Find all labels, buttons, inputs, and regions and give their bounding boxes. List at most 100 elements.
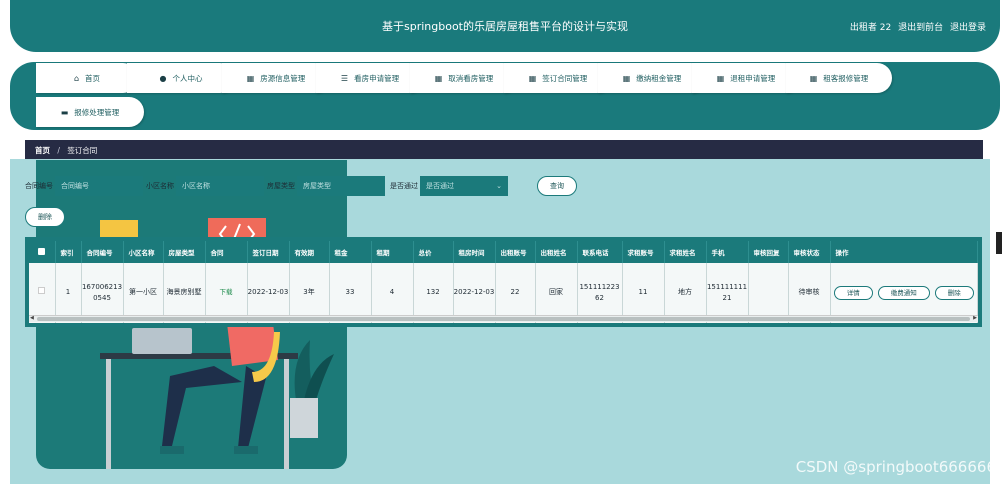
cell-landlord-account: 22 (495, 263, 536, 323)
cell-review-reply (748, 263, 789, 323)
grid-icon: ▦ (528, 73, 537, 83)
cell-index: 1 (55, 263, 82, 323)
app-header: 基于springboot的乐居房屋租售平台的设计与实现 出租者 22 退出到前台… (10, 0, 1000, 52)
nav-label: 取消看房管理 (448, 73, 494, 83)
select-all-checkbox[interactable] (38, 247, 46, 255)
column-header: 审核状态 (788, 241, 831, 263)
table-header-row: 索引 合同编号 小区名称 房屋类型 合同 签订日期 有效期 租金 租期 总价 租… (29, 241, 978, 263)
nav-label: 房源信息管理 (260, 73, 306, 83)
column-header: 合同 (205, 241, 248, 263)
payment-notice-button[interactable]: 缴费通知 (877, 286, 930, 300)
breadcrumb: 首页 / 签订合同 (25, 140, 983, 159)
house-type-label: 房屋类型 (267, 182, 295, 190)
column-header: 求租账号 (622, 241, 665, 263)
cell-rent-time: 2022-12-03 (453, 263, 496, 323)
grid-icon: ▦ (622, 73, 631, 83)
row-delete-button[interactable]: 删除 (934, 286, 974, 300)
scrollbar-thumb[interactable] (37, 317, 970, 321)
column-header: 合同编号 (81, 241, 124, 263)
column-header: 出租账号 (495, 241, 536, 263)
column-header: 房屋类型 (163, 241, 206, 263)
nav-item-home[interactable]: ⌂ 首页 (36, 63, 138, 93)
cell-landlord-phone: 15111122362 (577, 263, 623, 323)
grid-icon: ▦ (246, 73, 255, 83)
current-user: 出租者 22 (849, 23, 892, 33)
approved-select[interactable]: 是否通过 ⌄ (420, 176, 508, 196)
scroll-left-icon[interactable]: ◀ (30, 315, 34, 321)
nav-label: 租客报修管理 (823, 73, 869, 83)
sliders-icon: ☰ (340, 73, 349, 83)
nav-label: 缴纳租金管理 (636, 73, 682, 83)
watermark: CSDN @springboot666666 (795, 458, 996, 476)
community-label: 小区名称 (146, 182, 174, 190)
cell-contract: 下载 (205, 263, 248, 323)
breadcrumb-home[interactable]: 首页 (35, 146, 50, 155)
query-button[interactable]: 查询 (537, 176, 577, 196)
column-header: 有效期 (289, 241, 330, 263)
nav-item-contracts[interactable]: ▦ 签订合同管理 (504, 63, 612, 93)
side-collapse-tab[interactable] (996, 232, 1002, 254)
cell-total: 132 (413, 263, 454, 323)
main-nav: ⌂ 首页 ● 个人中心 ▦ 房源信息管理 ☰ 看房申请管理 ▦ 取消看房管理 ▦… (10, 62, 1000, 130)
column-header: 操作 (830, 241, 978, 263)
cell-landlord-name: 回家 (535, 263, 578, 323)
nav-item-profile[interactable]: ● 个人中心 (127, 63, 235, 93)
horizontal-scrollbar[interactable]: ◀ ▶ (29, 315, 978, 322)
breadcrumb-separator: / (57, 146, 60, 155)
cell-sign-date: 2022-12-03 (247, 263, 290, 323)
approved-label: 是否通过 (390, 182, 418, 190)
nav-item-move-out[interactable]: ▦ 退租申请管理 (692, 63, 800, 93)
nav-item-listings[interactable]: ▦ 房源信息管理 (222, 63, 330, 93)
row-checkbox[interactable] (38, 287, 46, 295)
home-icon: ⌂ (73, 73, 80, 83)
cell-review-status: 待审核 (788, 263, 831, 323)
column-header: 租房时间 (453, 241, 496, 263)
app-root: 基于springboot的乐居房屋租售平台的设计与实现 出租者 22 退出到前台… (0, 0, 1002, 484)
nav-item-repair-requests[interactable]: ▦ 租客报修管理 (786, 63, 892, 93)
column-header: 租期 (371, 241, 414, 263)
column-header: 出租姓名 (535, 241, 578, 263)
approved-select-value: 是否通过 (426, 182, 454, 190)
column-header: 签订日期 (247, 241, 290, 263)
cell-contract-no: 1670062130545 (81, 263, 124, 323)
grid-icon: ▦ (716, 73, 725, 83)
nav-label: 签订合同管理 (542, 73, 588, 83)
scroll-right-icon[interactable]: ▶ (973, 315, 977, 321)
cell-tenant-name: 地方 (664, 263, 707, 323)
column-header: 求租姓名 (664, 241, 707, 263)
nav-item-viewing-requests[interactable]: ☰ 看房申请管理 (316, 63, 424, 93)
user-bar: 出租者 22 退出到前台 退出登录 (846, 20, 986, 33)
column-header: 索引 (55, 241, 82, 263)
house-type-input[interactable] (297, 176, 385, 196)
chevron-down-icon: ⌄ (496, 182, 502, 190)
contract-download-link[interactable]: 下载 (220, 288, 233, 296)
nav-item-rent-payments[interactable]: ▦ 缴纳租金管理 (598, 63, 706, 93)
breadcrumb-current: 签订合同 (67, 146, 98, 155)
logout-link[interactable]: 退出登录 (950, 23, 986, 33)
nav-label: 个人中心 (172, 73, 203, 83)
column-header: 小区名称 (123, 241, 164, 263)
column-header: 租金 (329, 241, 372, 263)
nav-item-repair-handling[interactable]: ▬ 报修处理管理 (36, 97, 144, 127)
detail-button[interactable]: 详情 (833, 286, 873, 300)
nav-item-cancel-viewing[interactable]: ▦ 取消看房管理 (410, 63, 518, 93)
contract-table: 索引 合同编号 小区名称 房屋类型 合同 签订日期 有效期 租金 租期 总价 租… (25, 237, 982, 327)
cell-rent: 33 (329, 263, 372, 323)
cell-tenant-account: 11 (622, 263, 665, 323)
select-all-header[interactable] (29, 241, 56, 263)
batch-delete-button[interactable]: 删除 (25, 207, 65, 227)
column-header: 审核回复 (748, 241, 789, 263)
back-to-front-link[interactable]: 退出到前台 (898, 23, 943, 33)
cell-term: 4 (371, 263, 414, 323)
grid-icon: ▦ (809, 73, 818, 83)
data-table: 索引 合同编号 小区名称 房屋类型 合同 签订日期 有效期 租金 租期 总价 租… (29, 241, 978, 323)
search-bar: 合同编号 小区名称 房屋类型 是否通过 是否通过 ⌄ (25, 176, 508, 196)
row-select-cell[interactable] (29, 263, 56, 323)
table-row: 1 1670062130545 第一小区 海景房别墅 下载 2022-12-03… (29, 263, 978, 323)
nav-label: 报修处理管理 (74, 107, 120, 117)
column-header: 联系电话 (577, 241, 623, 263)
contract-no-input[interactable] (55, 176, 143, 196)
column-header: 总价 (413, 241, 454, 263)
cell-community: 第一小区 (123, 263, 164, 323)
community-input[interactable] (176, 176, 264, 196)
